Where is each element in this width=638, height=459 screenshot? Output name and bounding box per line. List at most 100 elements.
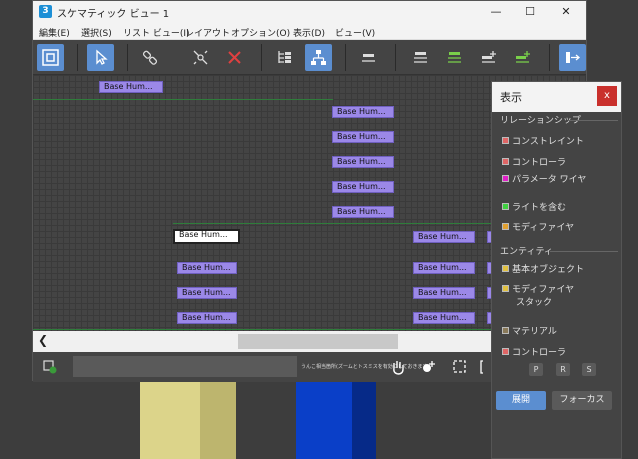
toolbar xyxy=(33,40,586,75)
frame-icon xyxy=(42,49,59,66)
scale-toggle[interactable]: S xyxy=(582,363,596,376)
arrange-selected-icon xyxy=(448,52,461,63)
panel-close-button[interactable]: x xyxy=(597,86,617,106)
toggle-base-objects[interactable]: 基本オブジェクト xyxy=(502,262,584,275)
connection-wire xyxy=(33,99,333,100)
maximize-button[interactable]: ☐ xyxy=(515,3,545,21)
group-divider xyxy=(568,120,618,121)
param-wires-swatch xyxy=(502,175,509,182)
scrollbar-thumb[interactable] xyxy=(238,334,398,349)
toggle-controllers[interactable]: コントローラ xyxy=(502,155,566,168)
menu-layout[interactable]: レイアウト xyxy=(185,26,230,39)
display-panel: 表示 x リレーションシップ コンストレイント コントローラ パラメータ ワイヤ… xyxy=(491,81,622,459)
schematic-node[interactable]: Base Hum... xyxy=(413,312,475,324)
menu-bar: 編集(E) 選択(S) リスト ビュー(I) レイアウト オプション(O) 表示… xyxy=(33,23,586,40)
toggle-param-wires[interactable]: パラメータ ワイヤ xyxy=(502,172,586,185)
menu-options[interactable]: オプション(O) xyxy=(231,26,290,39)
modifier-stack-label-2: スタック xyxy=(516,298,553,308)
menu-edit[interactable]: 編集(E) xyxy=(39,26,70,39)
toolbar-separator xyxy=(395,44,396,71)
select-button[interactable] xyxy=(87,44,114,71)
arrange-selected-button[interactable] xyxy=(441,44,468,71)
free-all-icon xyxy=(482,51,496,63)
group-divider xyxy=(550,251,618,252)
menu-list-view[interactable]: リスト ビュー(I) xyxy=(123,26,190,39)
name-search-field[interactable] xyxy=(73,356,297,377)
schematic-node-selected[interactable]: Base Hum... xyxy=(173,229,240,244)
schematic-node[interactable]: Base Hum... xyxy=(332,106,394,118)
hierarchy-mode-button[interactable] xyxy=(271,44,298,71)
free-selected-button[interactable] xyxy=(509,44,536,71)
toolbar-separator xyxy=(77,44,78,71)
hierarchy-icon xyxy=(278,51,291,63)
arrange-icon xyxy=(362,54,375,62)
expand-button[interactable] xyxy=(559,44,586,71)
connect-button[interactable] xyxy=(137,44,164,71)
tree-icon xyxy=(311,50,326,65)
close-button[interactable]: ✕ xyxy=(551,3,581,21)
unlink-icon xyxy=(193,50,208,65)
free-selected-icon xyxy=(516,51,530,63)
window-title: スケマティック ビュー 1 xyxy=(57,9,170,20)
search-node-icon[interactable] xyxy=(41,358,59,376)
unlink-selected-button[interactable] xyxy=(187,44,214,71)
controllers-swatch xyxy=(502,158,509,165)
schematic-node[interactable]: Base Hum... xyxy=(99,81,163,93)
toolbar-separator xyxy=(345,44,346,71)
materials-swatch xyxy=(502,327,509,334)
entities-group-label: エンティティ xyxy=(500,247,553,257)
schematic-node[interactable]: Base Hum... xyxy=(413,287,475,299)
lights-swatch xyxy=(502,203,509,210)
pan-hand-icon[interactable] xyxy=(389,358,407,376)
yellow-figure-shadow xyxy=(200,382,236,459)
zoom-region-icon[interactable] xyxy=(451,358,469,376)
toggle-materials[interactable]: マテリアル xyxy=(502,324,557,337)
schematic-node[interactable]: Base Hum... xyxy=(413,262,475,274)
schematic-node[interactable]: Base Hum... xyxy=(413,231,475,243)
focus-button[interactable]: フォーカス xyxy=(552,391,612,410)
modifier-stack-swatch xyxy=(502,285,509,292)
schematic-node[interactable]: Base Hum... xyxy=(177,262,237,274)
toggle-modifier-stack[interactable]: モディファイヤ xyxy=(502,282,574,295)
free-all-button[interactable] xyxy=(475,44,502,71)
schematic-node[interactable]: Base Hum... xyxy=(332,131,394,143)
rotation-toggle[interactable]: R xyxy=(556,363,570,376)
menu-select[interactable]: 選択(S) xyxy=(81,26,112,39)
toolbar-separator xyxy=(261,44,262,71)
base-objects-swatch xyxy=(502,265,509,272)
toggle-lights[interactable]: ライトを含む xyxy=(502,200,566,213)
delete-button[interactable] xyxy=(221,44,248,71)
minimize-button[interactable]: — xyxy=(481,3,511,21)
arrange-children-icon xyxy=(414,52,427,63)
status-hint: うんこ相当箇所(ズームとトスミスを有効にしておきます。 xyxy=(301,364,433,370)
panel-header: 表示 x xyxy=(492,82,621,112)
toggle-controllers-ent[interactable]: コントローラ xyxy=(502,345,566,358)
schematic-node[interactable]: Base Hum... xyxy=(332,156,394,168)
blue-figure-shadow xyxy=(352,382,376,459)
schematic-node[interactable]: Base Hum... xyxy=(177,312,237,324)
schematic-node[interactable]: Base Hum... xyxy=(177,287,237,299)
scroll-left-icon[interactable]: ❮ xyxy=(38,333,48,347)
toggle-modifiers-rel[interactable]: モディファイヤ xyxy=(502,220,574,233)
menu-view[interactable]: ビュー(V) xyxy=(335,26,375,39)
cursor-icon xyxy=(96,49,108,65)
expand-button-panel[interactable]: 展開 xyxy=(496,391,546,410)
toolbar-separator xyxy=(549,44,550,71)
link-icon xyxy=(142,50,158,65)
controllers-ent-swatch xyxy=(502,348,509,355)
toggle-constraints[interactable]: コンストレイント xyxy=(502,134,584,147)
arrange-children-button[interactable] xyxy=(407,44,434,71)
modifiers-rel-swatch xyxy=(502,223,509,230)
display-floater-button[interactable] xyxy=(37,44,64,71)
toolbar-separator xyxy=(127,44,128,71)
zoom-icon[interactable] xyxy=(419,358,437,376)
panel-title: 表示 xyxy=(500,91,522,104)
schematic-node[interactable]: Base Hum... xyxy=(332,181,394,193)
references-mode-button[interactable] xyxy=(305,44,332,71)
delete-icon xyxy=(228,51,241,64)
always-arrange-button[interactable] xyxy=(355,44,382,71)
menu-display[interactable]: 表示(D) xyxy=(293,26,325,39)
position-toggle[interactable]: P xyxy=(529,363,543,376)
schematic-node[interactable]: Base Hum... xyxy=(332,206,394,218)
title-bar: 3 スケマティック ビュー 1 — ☐ ✕ xyxy=(33,1,586,23)
